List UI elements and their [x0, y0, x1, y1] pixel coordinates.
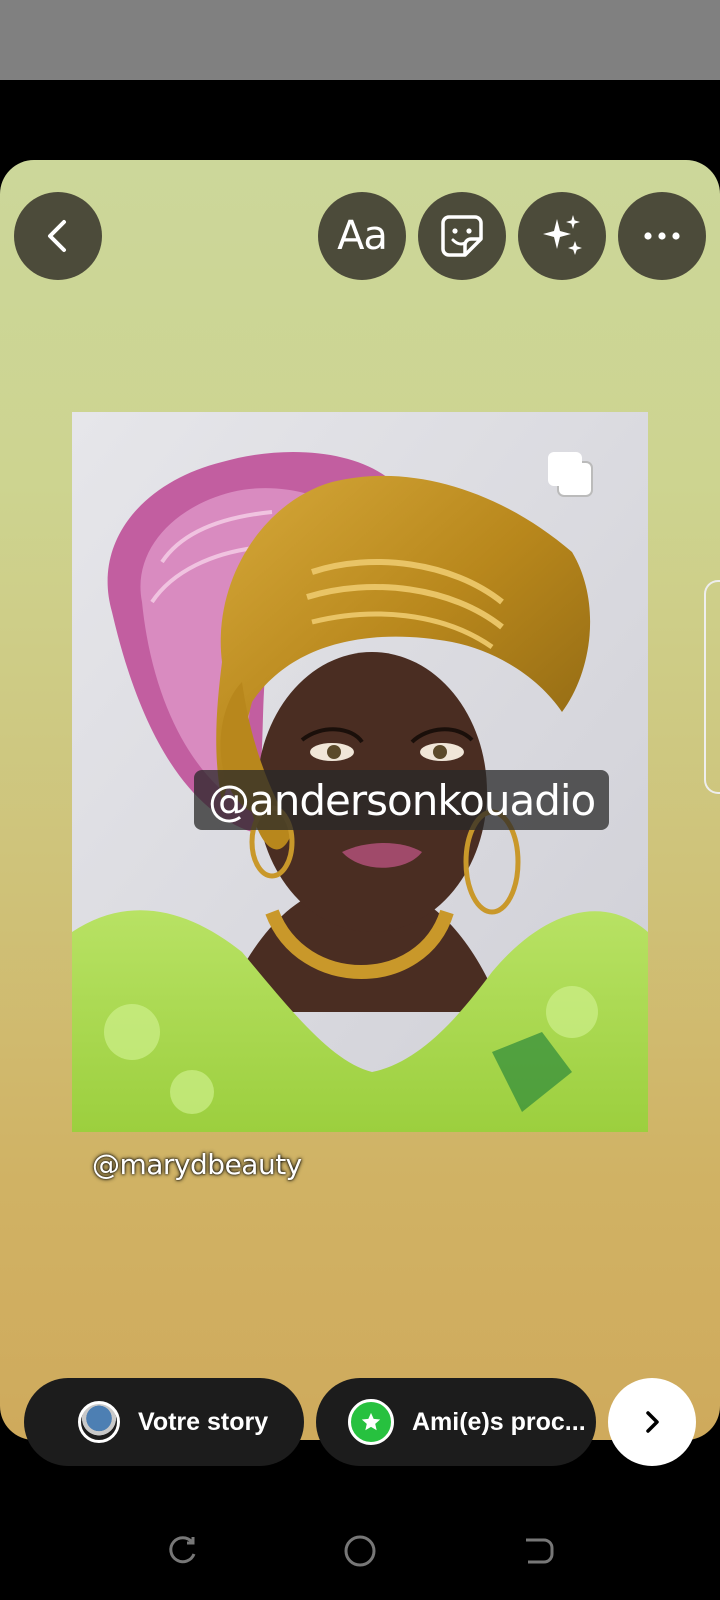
sticker-icon [441, 215, 483, 257]
effects-button[interactable] [518, 192, 606, 280]
recent-apps-icon[interactable] [166, 1534, 200, 1568]
text-tool-button[interactable]: Aa [318, 192, 406, 280]
back-button[interactable] [14, 192, 102, 280]
more-options-button[interactable] [618, 192, 706, 280]
close-friends-button[interactable]: Ami(e)s proc... [316, 1378, 596, 1466]
next-button[interactable] [608, 1378, 696, 1466]
side-handle[interactable] [704, 580, 720, 794]
close-friends-star-icon [348, 1399, 394, 1445]
chevron-left-icon [48, 220, 66, 252]
avatar [78, 1401, 120, 1443]
mention-sticker-secondary[interactable]: @marydbeauty [92, 1148, 302, 1181]
your-story-button[interactable]: Votre story [24, 1378, 304, 1466]
chevron-right-icon [646, 1411, 659, 1433]
your-story-label: Votre story [138, 1407, 269, 1436]
sticker-button[interactable] [418, 192, 506, 280]
back-icon[interactable] [520, 1534, 554, 1568]
mention-sticker-primary[interactable]: @andersonkouadio [194, 770, 610, 830]
text-tool-label: Aa [337, 213, 388, 259]
sparkles-icon [543, 215, 582, 255]
status-bar [0, 0, 720, 80]
home-icon[interactable] [343, 1534, 377, 1568]
close-friends-label: Ami(e)s proc... [412, 1407, 586, 1436]
more-horizontal-icon [644, 232, 680, 240]
